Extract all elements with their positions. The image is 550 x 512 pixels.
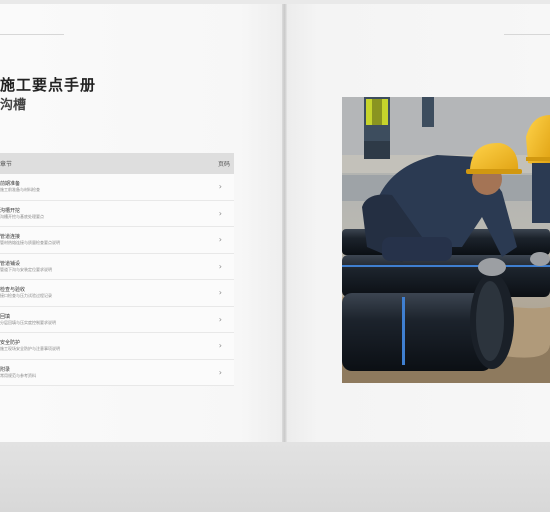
row-title: 前期准备 xyxy=(0,181,21,187)
row-description: 施工前准备与材料检查 xyxy=(0,187,40,192)
contents-row[interactable]: 沟槽开挖 沟槽开挖与基底处理要点 › xyxy=(0,200,234,227)
top-rule-left xyxy=(0,34,64,35)
contents-header-left: 章节 xyxy=(0,161,13,168)
chevron-right-icon: › xyxy=(218,208,222,218)
contents-row[interactable]: 安全防护 施工现场安全防护与注意事项说明 › xyxy=(0,333,234,360)
page-subtitle: 沟槽 xyxy=(0,98,27,113)
row-description: 施工现场安全防护与注意事项说明 xyxy=(0,346,60,351)
chevron-right-icon: › xyxy=(218,288,222,297)
chevron-right-icon: › xyxy=(218,367,222,377)
row-title: 沟槽开挖 xyxy=(0,207,21,214)
row-title: 回填 xyxy=(0,313,11,320)
contents-header: 章节 页码 xyxy=(0,153,234,174)
chevron-right-icon: › xyxy=(218,314,222,324)
chevron-right-icon: › xyxy=(218,182,222,191)
contents-row[interactable]: 附录 常用规范与参考资料 › xyxy=(0,359,234,386)
contents-row[interactable]: 管道连接 管材热熔连接与质量检查要点说明 › xyxy=(0,227,234,254)
top-rule-right xyxy=(504,34,550,35)
row-title: 管道铺设 xyxy=(0,260,21,267)
contents-header-right: 页码 xyxy=(217,161,230,168)
contents-row[interactable]: 前期准备 施工前准备与材料检查 › xyxy=(0,174,234,201)
row-description: 管材热熔连接与质量检查要点说明 xyxy=(0,240,60,245)
chevron-right-icon: › xyxy=(218,261,222,271)
contents-table: 章节 页码 前期准备 施工前准备与材料检查 › 沟槽开挖 沟槽开挖与基底处理要点… xyxy=(0,153,234,386)
row-description: 沟槽开挖与基底处理要点 xyxy=(0,213,44,219)
row-title: 检查与验收 xyxy=(0,287,26,293)
row-title: 安全防护 xyxy=(0,340,21,346)
row-title: 附录 xyxy=(0,366,11,373)
chevron-right-icon: › xyxy=(218,341,222,350)
pipeline-workers-photo xyxy=(342,97,550,383)
row-title: 管道连接 xyxy=(0,234,21,240)
row-description: 常用规范与参考资料 xyxy=(0,372,36,378)
row-description: 分层回填与压实度控制要求说明 xyxy=(0,319,56,325)
page-title: 施工要点手册 xyxy=(0,76,97,94)
contents-row[interactable]: 检查与验收 接口检查与压力试验过程记录 › xyxy=(0,280,234,307)
row-description: 接口检查与压力试验过程记录 xyxy=(0,293,52,298)
chevron-right-icon: › xyxy=(218,235,222,244)
contents-row[interactable]: 回填 分层回填与压实度控制要求说明 › xyxy=(0,306,234,333)
book-spine xyxy=(282,4,287,442)
row-description: 管道下沟与安装定位要求说明 xyxy=(0,266,52,272)
contents-row[interactable]: 管道铺设 管道下沟与安装定位要求说明 › xyxy=(0,253,234,280)
